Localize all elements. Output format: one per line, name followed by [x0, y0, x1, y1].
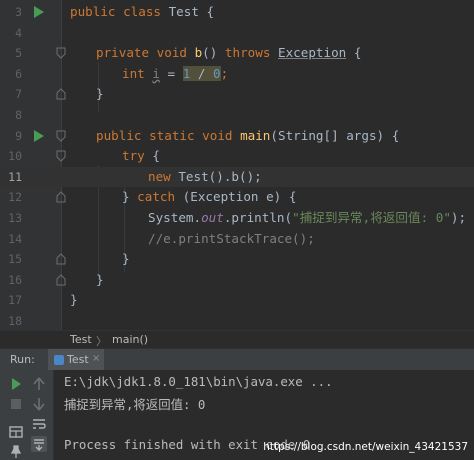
code-text: try {: [122, 148, 160, 164]
code-text: public static void main(String[] args) {: [96, 127, 400, 143]
line-number: 5: [15, 46, 22, 61]
line-number: 9: [15, 128, 22, 143]
line-number: 18: [8, 314, 22, 328]
line-number: 4: [15, 25, 22, 40]
close-icon[interactable]: ×: [92, 353, 100, 364]
run-config-icon: [54, 355, 64, 365]
code-line[interactable]: 3 public class Test {: [0, 2, 474, 23]
fold-marker-icon[interactable]: [56, 88, 66, 100]
code-text: }: [96, 271, 104, 287]
code-text: System.out.println("捕捉到异常,将返回值: 0");: [148, 210, 467, 225]
line-number: 8: [15, 108, 22, 122]
line-number: 14: [8, 231, 22, 246]
stop-icon[interactable]: [8, 396, 24, 412]
breadcrumb-separator: 〉: [96, 335, 107, 348]
down-arrow-icon[interactable]: [31, 396, 47, 412]
code-line[interactable]: 9 public static void main(String[] args)…: [0, 126, 474, 147]
line-number: 16: [8, 272, 22, 287]
code-line[interactable]: 4: [0, 23, 474, 44]
scroll-to-end-icon[interactable]: [31, 436, 47, 452]
code-line-current[interactable]: 11 new Test().b();: [0, 166, 474, 188]
run-arrow-icon[interactable]: [34, 6, 44, 18]
layout-icon[interactable]: [8, 424, 24, 440]
line-number: 15: [8, 252, 22, 267]
breadcrumb-method[interactable]: main(): [112, 333, 148, 346]
fold-marker-icon[interactable]: [56, 274, 66, 286]
line-number: 6: [15, 66, 22, 81]
watermark: https://blog.csdn.net/weixin_43421537: [263, 441, 468, 453]
line-number: 3: [15, 5, 22, 19]
code-line[interactable]: 12 } catch (Exception e) {: [0, 187, 474, 208]
code-text: private void b() throws Exception {: [96, 45, 362, 61]
breadcrumb: Test 〉 main(): [0, 330, 474, 348]
code-line[interactable]: 13 System.out.println("捕捉到异常,将返回值: 0");: [0, 208, 474, 229]
line-number: 7: [15, 87, 22, 102]
code-text: }: [122, 251, 130, 267]
code-text: int i = 1 / 0;: [122, 65, 229, 81]
line-number: 12: [8, 190, 22, 205]
fold-marker-icon[interactable]: [56, 47, 66, 59]
code-line[interactable]: 14 //e.printStackTrace();: [0, 229, 474, 250]
code-line[interactable]: 17 }: [0, 290, 474, 311]
code-line[interactable]: 15 }: [0, 249, 474, 270]
code-editor[interactable]: 3 public class Test { 4 5 private void b…: [0, 0, 474, 330]
code-line[interactable]: 5 private void b() throws Exception {: [0, 43, 474, 64]
code-text: }: [96, 86, 104, 102]
line-number: 13: [8, 211, 22, 225]
code-line[interactable]: 10 try {: [0, 146, 474, 167]
pin-icon[interactable]: [8, 444, 24, 460]
code-line[interactable]: 6 int i = 1 / 0;: [0, 64, 474, 85]
code-comment: //e.printStackTrace();: [148, 230, 315, 246]
run-tab-test[interactable]: Test ×: [48, 349, 104, 371]
fold-marker-icon[interactable]: [56, 130, 66, 142]
up-arrow-icon[interactable]: [31, 376, 47, 392]
run-tab-label: Test: [67, 353, 89, 366]
fold-marker-icon[interactable]: [56, 253, 66, 265]
code-line[interactable]: 16 }: [0, 270, 474, 291]
run-toolbar: [0, 370, 54, 460]
code-text: public class Test {: [70, 4, 215, 19]
fold-marker-icon[interactable]: [56, 150, 66, 162]
run-tool-window-header: Run: Test ×: [0, 348, 474, 371]
line-number: 17: [8, 293, 22, 308]
code-text: } catch (Exception e) {: [122, 189, 297, 205]
line-number: 10: [8, 149, 22, 164]
breadcrumb-class[interactable]: Test: [70, 333, 92, 346]
console-line: 捕捉到异常,将返回值: 0: [64, 397, 206, 412]
soft-wrap-icon[interactable]: [31, 416, 47, 432]
console-line: E:\jdk\jdk1.8.0_181\bin\java.exe ...: [64, 374, 333, 389]
line-number: 11: [8, 169, 22, 184]
fold-marker-icon[interactable]: [56, 191, 66, 203]
code-text: }: [70, 292, 78, 308]
rerun-icon[interactable]: [8, 376, 24, 392]
run-label: Run:: [10, 353, 35, 366]
run-arrow-icon[interactable]: [34, 129, 44, 142]
code-line[interactable]: 7 }: [0, 84, 474, 105]
code-text: new Test().b();: [148, 168, 262, 184]
code-line[interactable]: 8: [0, 105, 474, 126]
code-line[interactable]: 18: [0, 311, 474, 330]
